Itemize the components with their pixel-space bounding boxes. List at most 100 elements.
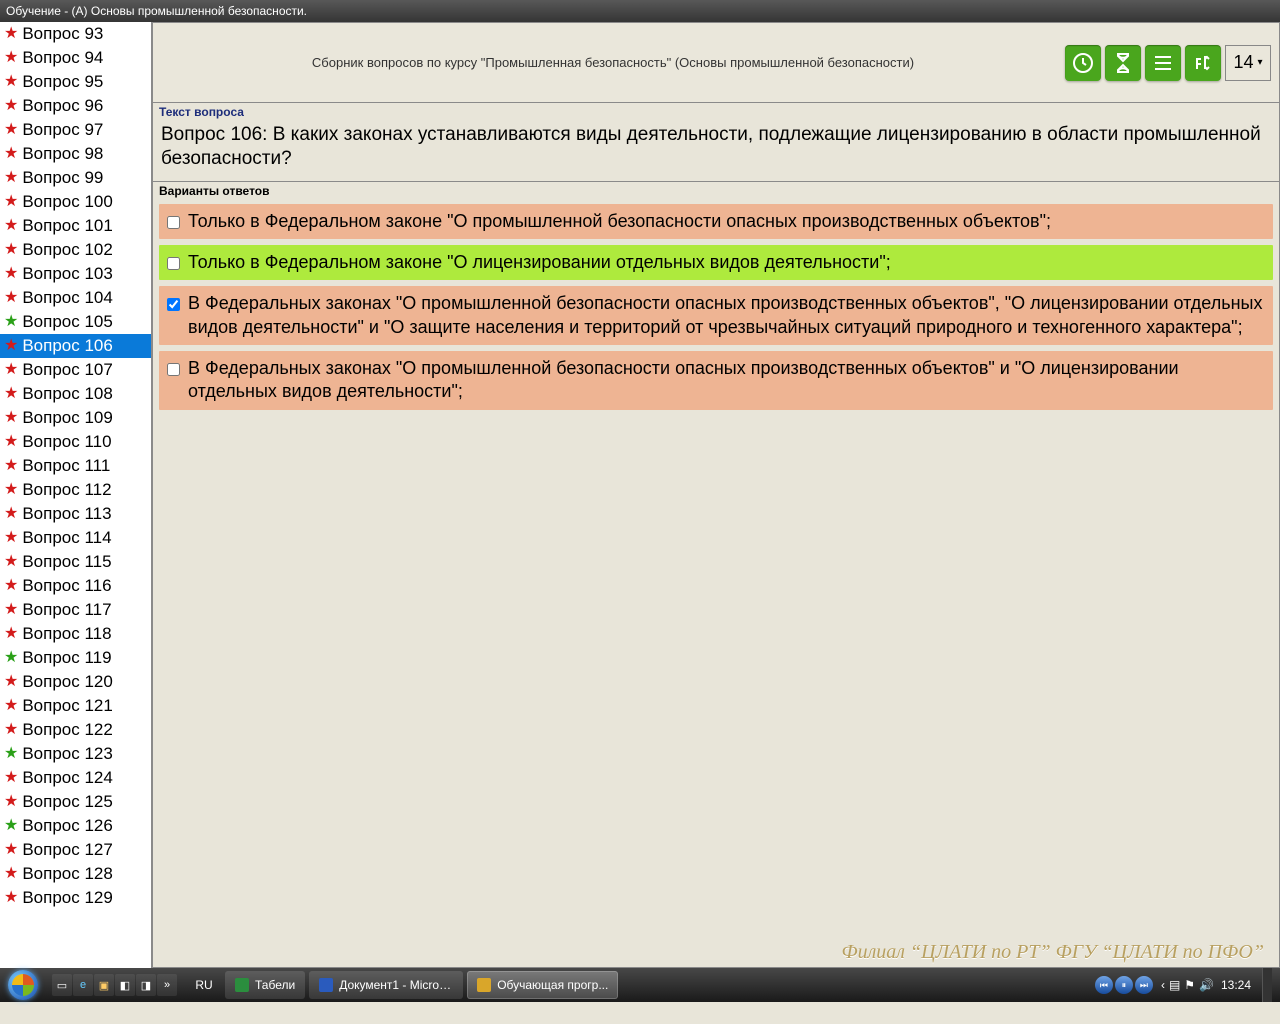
answer-checkbox[interactable] [167, 216, 180, 229]
question-list-label: Вопрос 95 [22, 72, 103, 92]
answer-checkbox[interactable] [167, 257, 180, 270]
show-desktop-button[interactable] [1262, 968, 1272, 1002]
question-list-label: Вопрос 109 [22, 408, 113, 428]
media-prev-icon[interactable]: ⏮ [1095, 976, 1113, 994]
taskbar-task[interactable]: Табели [225, 971, 305, 999]
tray-icon-1[interactable]: ▤ [1169, 978, 1180, 992]
star-icon: ★ [4, 410, 18, 426]
star-icon: ★ [4, 338, 18, 354]
question-list-item[interactable]: ★Вопрос 96 [0, 94, 151, 118]
excel-icon [235, 978, 249, 992]
question-list-item[interactable]: ★Вопрос 111 [0, 454, 151, 478]
taskbar-task[interactable]: Документ1 - Micros... [309, 971, 463, 999]
start-button[interactable] [0, 968, 46, 1002]
question-list-item[interactable]: ★Вопрос 114 [0, 526, 151, 550]
question-list-item[interactable]: ★Вопрос 104 [0, 286, 151, 310]
star-icon: ★ [4, 74, 18, 90]
question-list-label: Вопрос 126 [22, 816, 113, 836]
answer-option[interactable]: В Федеральных законах "О промышленной бе… [159, 351, 1273, 410]
hourglass-icon[interactable] [1105, 45, 1141, 81]
show-desktop-icon[interactable]: ▭ [52, 974, 72, 996]
question-list-item[interactable]: ★Вопрос 129 [0, 886, 151, 910]
answer-option[interactable]: В Федеральных законах "О промышленной бе… [159, 286, 1273, 345]
question-list-item[interactable]: ★Вопрос 110 [0, 430, 151, 454]
question-list-item[interactable]: ★Вопрос 120 [0, 670, 151, 694]
star-icon: ★ [4, 602, 18, 618]
question-list-item[interactable]: ★Вопрос 94 [0, 46, 151, 70]
question-list-item[interactable]: ★Вопрос 122 [0, 718, 151, 742]
question-list-item[interactable]: ★Вопрос 127 [0, 838, 151, 862]
taskbar[interactable]: ▭ e ▣ ◧ ◨ » RU ТабелиДокумент1 - Micros.… [0, 968, 1280, 1002]
question-list-item[interactable]: ★Вопрос 115 [0, 550, 151, 574]
star-icon: ★ [4, 770, 18, 786]
font-size-icon[interactable] [1185, 45, 1221, 81]
font-size-select[interactable]: 14 ▾ [1225, 45, 1271, 81]
question-list-item[interactable]: ★Вопрос 100 [0, 190, 151, 214]
question-list-item[interactable]: ★Вопрос 118 [0, 622, 151, 646]
star-icon: ★ [4, 242, 18, 258]
question-list-item[interactable]: ★Вопрос 95 [0, 70, 151, 94]
question-text: Вопрос 106: В каких законах устанавливаю… [153, 119, 1279, 182]
question-list-item[interactable]: ★Вопрос 123 [0, 742, 151, 766]
question-list-item[interactable]: ★Вопрос 121 [0, 694, 151, 718]
star-icon: ★ [4, 434, 18, 450]
star-icon: ★ [4, 50, 18, 66]
explorer-icon[interactable]: ▣ [94, 974, 114, 996]
question-list-item[interactable]: ★Вопрос 107 [0, 358, 151, 382]
question-list-label: Вопрос 104 [22, 288, 113, 308]
question-list-item[interactable]: ★Вопрос 98 [0, 142, 151, 166]
main-panel: Сборник вопросов по курсу "Промышленная … [152, 22, 1280, 968]
question-list-label: Вопрос 113 [22, 504, 111, 524]
question-list-label: Вопрос 102 [22, 240, 113, 260]
star-icon: ★ [4, 794, 18, 810]
ql-expand-icon[interactable]: » [157, 974, 177, 996]
question-list-label: Вопрос 93 [22, 24, 103, 44]
shortcut2-icon[interactable]: ◨ [136, 974, 156, 996]
question-list-item[interactable]: ★Вопрос 99 [0, 166, 151, 190]
question-list-label: Вопрос 117 [22, 600, 111, 620]
question-list-item[interactable]: ★Вопрос 124 [0, 766, 151, 790]
question-list-item[interactable]: ★Вопрос 97 [0, 118, 151, 142]
question-list-sidebar[interactable]: ★Вопрос 93★Вопрос 94★Вопрос 95★Вопрос 96… [0, 22, 152, 968]
volume-icon[interactable]: 🔊 [1199, 978, 1214, 992]
question-list-item[interactable]: ★Вопрос 112 [0, 478, 151, 502]
question-list-item[interactable]: ★Вопрос 105 [0, 310, 151, 334]
shortcut1-icon[interactable]: ◧ [115, 974, 135, 996]
question-list-item[interactable]: ★Вопрос 109 [0, 406, 151, 430]
chevron-down-icon: ▾ [1258, 57, 1263, 68]
answer-checkbox[interactable] [167, 298, 180, 311]
language-indicator[interactable]: RU [189, 973, 219, 997]
question-list-item[interactable]: ★Вопрос 125 [0, 790, 151, 814]
media-pause-icon[interactable]: ⏸ [1115, 976, 1133, 994]
question-list-item[interactable]: ★Вопрос 126 [0, 814, 151, 838]
window-titlebar: Обучение - (А) Основы промышленной безоп… [0, 0, 1280, 22]
question-list-item[interactable]: ★Вопрос 113 [0, 502, 151, 526]
answer-option[interactable]: Только в Федеральном законе "О лицензиро… [159, 245, 1273, 280]
question-list-label: Вопрос 100 [22, 192, 113, 212]
tray-icon-2[interactable]: ⚑ [1184, 978, 1195, 992]
star-icon: ★ [4, 314, 18, 330]
question-list-item[interactable]: ★Вопрос 93 [0, 22, 151, 46]
question-list-item[interactable]: ★Вопрос 108 [0, 382, 151, 406]
question-list-item[interactable]: ★Вопрос 119 [0, 646, 151, 670]
taskbar-task[interactable]: Обучающая прогр... [467, 971, 618, 999]
answer-option[interactable]: Только в Федеральном законе "О промышлен… [159, 204, 1273, 239]
taskbar-clock[interactable]: 13:24 [1218, 978, 1254, 992]
media-next-icon[interactable]: ⏭ [1135, 976, 1153, 994]
question-list-item[interactable]: ★Вопрос 128 [0, 862, 151, 886]
star-icon: ★ [4, 866, 18, 882]
question-header-label: Текст вопроса [153, 103, 1279, 119]
clock-icon[interactable] [1065, 45, 1101, 81]
question-list-label: Вопрос 110 [22, 432, 111, 452]
question-list-item[interactable]: ★Вопрос 106 [0, 334, 151, 358]
star-icon: ★ [4, 98, 18, 114]
ie-icon[interactable]: e [73, 974, 93, 996]
question-list-item[interactable]: ★Вопрос 103 [0, 262, 151, 286]
question-list-item[interactable]: ★Вопрос 116 [0, 574, 151, 598]
question-list-item[interactable]: ★Вопрос 101 [0, 214, 151, 238]
answer-checkbox[interactable] [167, 363, 180, 376]
question-list-item[interactable]: ★Вопрос 117 [0, 598, 151, 622]
tray-expand-icon[interactable]: ‹ [1161, 978, 1165, 992]
question-list-item[interactable]: ★Вопрос 102 [0, 238, 151, 262]
list-icon[interactable] [1145, 45, 1181, 81]
